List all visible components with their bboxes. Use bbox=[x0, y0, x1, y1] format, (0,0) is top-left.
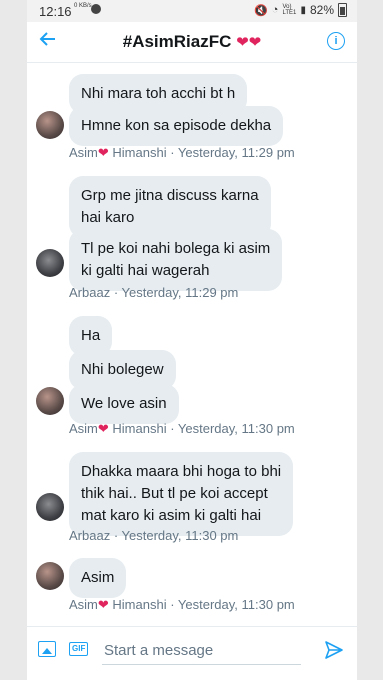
message-meta: Asim❤ Himanshi · Yesterday, 11:30 pm bbox=[69, 421, 295, 437]
message-meta: Arbaaz · Yesterday, 11:29 pm bbox=[69, 285, 238, 300]
message-meta: Arbaaz · Yesterday, 11:30 pm bbox=[69, 528, 238, 543]
avatar-asim-himanshi[interactable] bbox=[36, 387, 64, 415]
sender-name: Himanshi bbox=[108, 597, 167, 612]
message-time: · Yesterday, 11:30 pm bbox=[166, 597, 295, 612]
heart-emoji: ❤ bbox=[97, 421, 109, 436]
message-input[interactable] bbox=[102, 636, 301, 665]
data-speed: 0 KB/s bbox=[74, 3, 92, 9]
avatar-asim-himanshi[interactable] bbox=[36, 111, 64, 139]
message-time: · Yesterday, 11:29 pm bbox=[166, 145, 295, 160]
sender-name: Arbaaz bbox=[69, 285, 111, 300]
message-bubble[interactable]: Hmne kon sa episode dekha bbox=[69, 106, 284, 146]
heart-emoji: ❤ bbox=[97, 597, 109, 612]
info-icon[interactable]: i bbox=[327, 32, 345, 50]
sender-name: Himanshi bbox=[108, 145, 167, 160]
signal-icon: ▮ bbox=[300, 4, 306, 16]
status-time: 12:16 bbox=[39, 4, 72, 19]
compose-bar: GIF bbox=[27, 626, 357, 673]
mute-icon: 🔇 bbox=[254, 4, 268, 17]
message-bubble[interactable]: Tl pe koi nahi bolega ki asim ki galti h… bbox=[69, 229, 283, 291]
sender-name: Asim bbox=[69, 597, 98, 612]
message-meta: Asim❤ Himanshi · Yesterday, 11:29 pm bbox=[69, 145, 295, 161]
avatar-asim-himanshi[interactable] bbox=[36, 562, 64, 590]
conversation-title: #AsimRiazFC ❤❤ bbox=[27, 32, 357, 52]
sender-name: Asim bbox=[69, 145, 98, 160]
navigation-bar bbox=[27, 672, 357, 680]
hearts-emoji: ❤❤ bbox=[236, 34, 262, 51]
dm-screen: 12:16 0 KB/s 🔇 ◔ Vo) LTE1 ▮ 82% #AsimRia… bbox=[27, 0, 357, 680]
sender-name: Asim bbox=[69, 421, 98, 436]
sender-name: Arbaaz bbox=[69, 528, 111, 543]
message-time: · Yesterday, 11:29 pm bbox=[110, 285, 239, 300]
message-bubble[interactable]: Dhakka maara bhi hoga to bhi thik hai.. … bbox=[69, 452, 294, 536]
group-name: #AsimRiazFC bbox=[122, 32, 232, 51]
battery-percent: 82% bbox=[309, 3, 334, 17]
battery-icon bbox=[338, 3, 347, 17]
gif-icon[interactable]: GIF bbox=[69, 642, 89, 656]
avatar-arbaaz[interactable] bbox=[36, 249, 64, 277]
message-time: · Yesterday, 11:30 pm bbox=[110, 528, 239, 543]
message-bubble[interactable]: We love asin bbox=[69, 384, 179, 424]
notification-icon bbox=[91, 4, 101, 14]
image-icon[interactable] bbox=[38, 641, 56, 657]
avatar-arbaaz[interactable] bbox=[36, 493, 64, 521]
conversation-header: #AsimRiazFC ❤❤ i bbox=[27, 22, 357, 63]
sender-name: Himanshi bbox=[108, 421, 167, 436]
heart-emoji: ❤ bbox=[97, 145, 109, 160]
message-bubble[interactable]: Asim bbox=[69, 558, 127, 598]
message-time: · Yesterday, 11:30 pm bbox=[166, 421, 295, 436]
wifi-icon: ◔ bbox=[271, 4, 279, 16]
message-meta: Asim❤ Himanshi · Yesterday, 11:30 pm bbox=[69, 597, 295, 613]
send-icon[interactable] bbox=[323, 639, 345, 661]
status-right: 🔇 ◔ Vo) LTE1 ▮ 82% bbox=[254, 3, 347, 17]
status-bar: 12:16 0 KB/s 🔇 ◔ Vo) LTE1 ▮ 82% bbox=[27, 0, 357, 22]
network-label: Vo) LTE1 bbox=[282, 4, 297, 16]
